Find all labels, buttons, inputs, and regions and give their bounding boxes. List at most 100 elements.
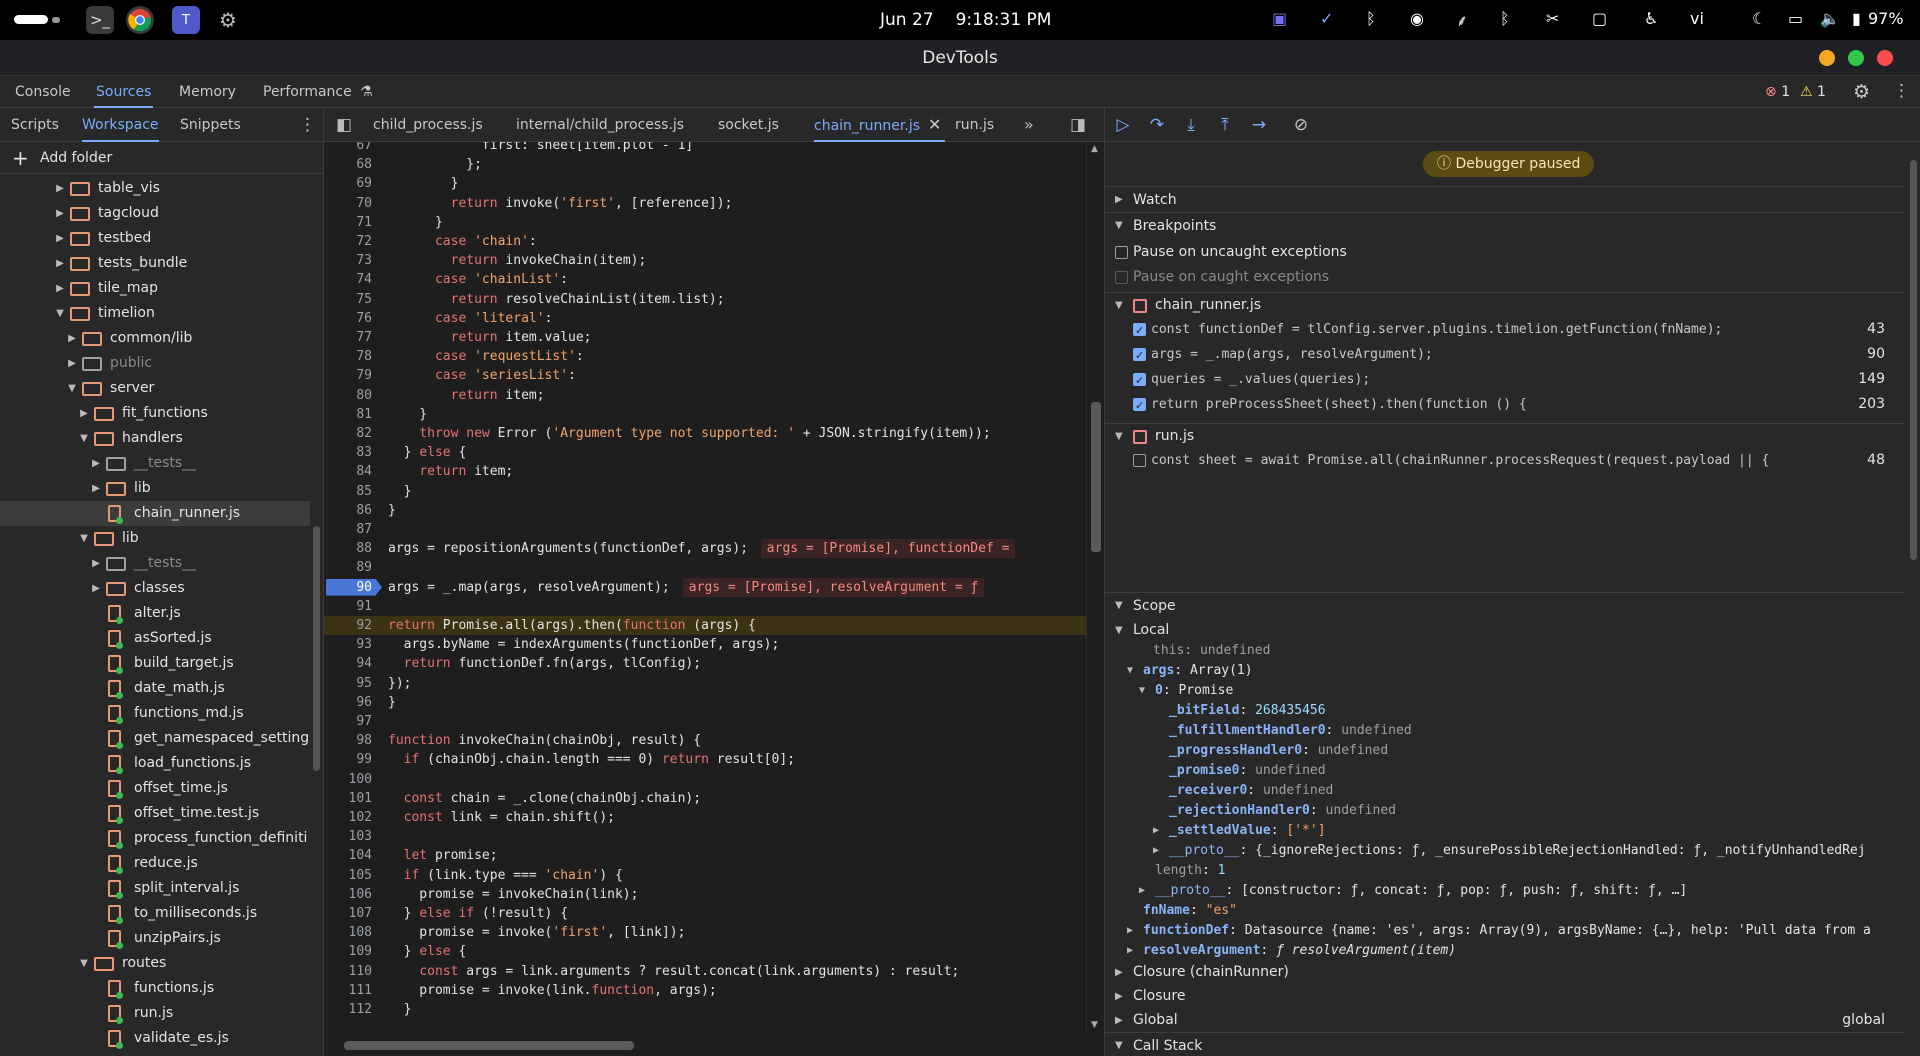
file-tree-folder[interactable]: ▶ tagcloud <box>0 201 310 226</box>
code-line[interactable]: 110 const args = link.arguments ? result… <box>324 962 1086 981</box>
breakpoints-section-header[interactable]: ▼ Breakpoints <box>1105 212 1905 238</box>
line-number[interactable]: 110 <box>324 962 372 981</box>
file-tree-file[interactable]: functions_md.js <box>0 701 310 726</box>
tray-check-icon[interactable]: ✓ <box>1320 9 1333 28</box>
code-line[interactable]: 93 args.byName = indexArguments(function… <box>324 635 1086 654</box>
file-tree-file[interactable]: load_functions.js <box>0 751 310 776</box>
expanded-arrow-icon[interactable]: ▼ <box>78 426 90 451</box>
code-line[interactable]: 87 <box>324 520 1086 539</box>
file-tree-folder[interactable]: ▶ classes <box>0 576 310 601</box>
file-tree-file[interactable]: process_function_definiti <box>0 826 310 851</box>
os-clock[interactable]: Jun 27 9:18:31 PM <box>880 10 1051 30</box>
code-line[interactable]: 68 }; <box>324 155 1086 174</box>
code-line[interactable]: 94 return functionDef.fn(args, tlConfig)… <box>324 654 1086 673</box>
line-number[interactable]: 75 <box>324 290 372 309</box>
line-number[interactable]: 91 <box>324 597 372 616</box>
code-line[interactable]: 98 function invokeChain(chainObj, result)… <box>324 731 1086 750</box>
deactivate-breakpoints-icon[interactable]: ⊘ <box>1289 113 1313 137</box>
code-line[interactable]: 88 args = repositionArguments(functionDef… <box>324 539 1086 559</box>
code-line[interactable]: 84 return item; <box>324 462 1086 481</box>
line-number[interactable]: 77 <box>324 328 372 347</box>
breakpoint-item[interactable]: const sheet = await Promise.all(chainRun… <box>1105 448 1905 473</box>
step-icon[interactable]: → <box>1247 113 1271 137</box>
line-number[interactable]: 97 <box>324 712 372 731</box>
more-options-icon[interactable]: ⋮ <box>1893 81 1910 101</box>
line-number[interactable]: 69 <box>324 174 372 193</box>
file-tree-folder[interactable]: ▼ timelion <box>0 301 310 326</box>
tab-memory[interactable]: Memory <box>177 76 238 108</box>
breakpoint-item[interactable]: return preProcessSheet(sheet).then(funct… <box>1105 392 1905 418</box>
line-number[interactable]: 112 <box>324 1000 372 1019</box>
file-tree-folder[interactable]: ▶ common/lib <box>0 326 310 351</box>
close-tab-icon[interactable]: ✕ <box>928 115 941 134</box>
scope-closure2-row[interactable]: ▶ Closure <box>1105 984 1905 1009</box>
line-number[interactable]: 81 <box>324 405 372 424</box>
expanded-arrow-icon[interactable]: ▼ <box>78 951 90 976</box>
tools-icon[interactable]: ✂ <box>1546 9 1559 28</box>
file-tree-file[interactable]: asSorted.js <box>0 626 310 651</box>
code-line[interactable]: 106 promise = invokeChain(link); <box>324 885 1086 904</box>
toggle-navigator-icon[interactable]: ◧ <box>336 108 352 142</box>
line-number[interactable]: 96 <box>324 693 372 712</box>
screen-icon[interactable]: ▢ <box>1592 9 1607 28</box>
collapsed-arrow-icon[interactable]: ▶ <box>54 226 66 251</box>
line-number[interactable]: 71 <box>324 213 372 232</box>
debugger-scroll-thumb[interactable] <box>1910 160 1917 560</box>
scroll-up-icon[interactable]: ▲ <box>1091 144 1098 154</box>
code-line[interactable]: 86} <box>324 501 1086 520</box>
code-line[interactable]: 67 first: sheet[item.plot - 1] <box>324 142 1086 155</box>
breakpoint-checkbox[interactable] <box>1133 318 1146 343</box>
tab-workspace[interactable]: Workspace <box>82 108 159 142</box>
collapsed-arrow-icon[interactable]: ▶ <box>90 451 102 476</box>
settings-icon[interactable]: ⚙ <box>1853 81 1870 103</box>
step-out-icon[interactable]: ⤒ <box>1213 113 1237 137</box>
file-tree-folder[interactable]: ▼ server <box>0 376 310 401</box>
file-tree-folder[interactable]: ▶ tile_map <box>0 276 310 301</box>
line-number[interactable]: 85 <box>324 482 372 501</box>
close-button[interactable] <box>1877 50 1893 66</box>
code-line[interactable]: 72 case 'chain': <box>324 232 1086 251</box>
file-tree-folder[interactable]: ▼ routes <box>0 951 310 976</box>
collapsed-arrow-icon[interactable]: ▶ <box>66 351 78 376</box>
code-line[interactable]: 104 let promise; <box>324 846 1086 865</box>
code-line[interactable]: 91 <box>324 597 1086 616</box>
line-number[interactable]: 108 <box>324 923 372 942</box>
code-line[interactable]: 69 } <box>324 174 1086 193</box>
breakpoint-checkbox[interactable] <box>1133 393 1146 418</box>
code-line[interactable]: 75 return resolveChainList(item.list); <box>324 290 1086 309</box>
terminal-icon[interactable]: >_ <box>86 6 114 34</box>
line-number[interactable]: 88 <box>324 539 372 558</box>
line-number[interactable]: 92 <box>324 616 372 635</box>
line-number[interactable]: 98 <box>324 731 372 750</box>
line-number[interactable]: 95 <box>324 674 372 693</box>
add-folder-button[interactable]: + Add folder <box>0 142 323 174</box>
file-tree-folder[interactable]: ▶ lib <box>0 476 310 501</box>
scope-global-row[interactable]: ▶ Global global <box>1105 1008 1905 1033</box>
code-line[interactable]: 70 return invoke('first', [reference]); <box>324 194 1086 213</box>
line-number[interactable]: 87 <box>324 520 372 539</box>
file-tree-file[interactable]: reduce.js <box>0 851 310 876</box>
editor-vscroll-thumb[interactable] <box>1091 402 1101 552</box>
code-line[interactable]: 90 args = _.map(args, resolveArgument); ar… <box>324 577 1086 597</box>
collapsed-arrow-icon[interactable]: ▶ <box>54 276 66 301</box>
editor-horizontal-scrollbar[interactable] <box>324 1038 1086 1052</box>
line-number[interactable]: 67 <box>324 142 372 155</box>
code-line[interactable]: 83 } else { <box>324 443 1086 462</box>
navigator-more-icon[interactable]: ⋮ <box>299 108 316 142</box>
debugger-scrollbar[interactable] <box>1908 152 1918 1052</box>
collapsed-arrow-icon[interactable]: ▶ <box>54 251 66 276</box>
line-number[interactable]: 105 <box>324 866 372 885</box>
line-number[interactable]: 79 <box>324 366 372 385</box>
resume-icon[interactable]: ▷ <box>1111 113 1135 137</box>
tab-performance[interactable]: Performance ⚗ <box>261 76 375 108</box>
code-line[interactable]: 78 case 'requestList': <box>324 347 1086 366</box>
breakpoint-item[interactable]: queries = _.values(queries); 149 <box>1105 367 1905 393</box>
breakpoint-checkbox[interactable] <box>1133 454 1146 467</box>
discord-icon[interactable]: ◉ <box>1410 9 1424 28</box>
feather-icon[interactable]: ⸙ <box>1456 9 1468 31</box>
line-number[interactable]: 82 <box>324 424 372 443</box>
minimize-button[interactable] <box>1819 50 1835 66</box>
file-tree-folder[interactable]: ▶ fit_functions <box>0 401 310 426</box>
breakpoint-item[interactable]: const functionDef = tlConfig.server.plug… <box>1105 317 1905 343</box>
editor-vertical-scrollbar[interactable]: ▲ ▼ <box>1086 142 1104 1032</box>
